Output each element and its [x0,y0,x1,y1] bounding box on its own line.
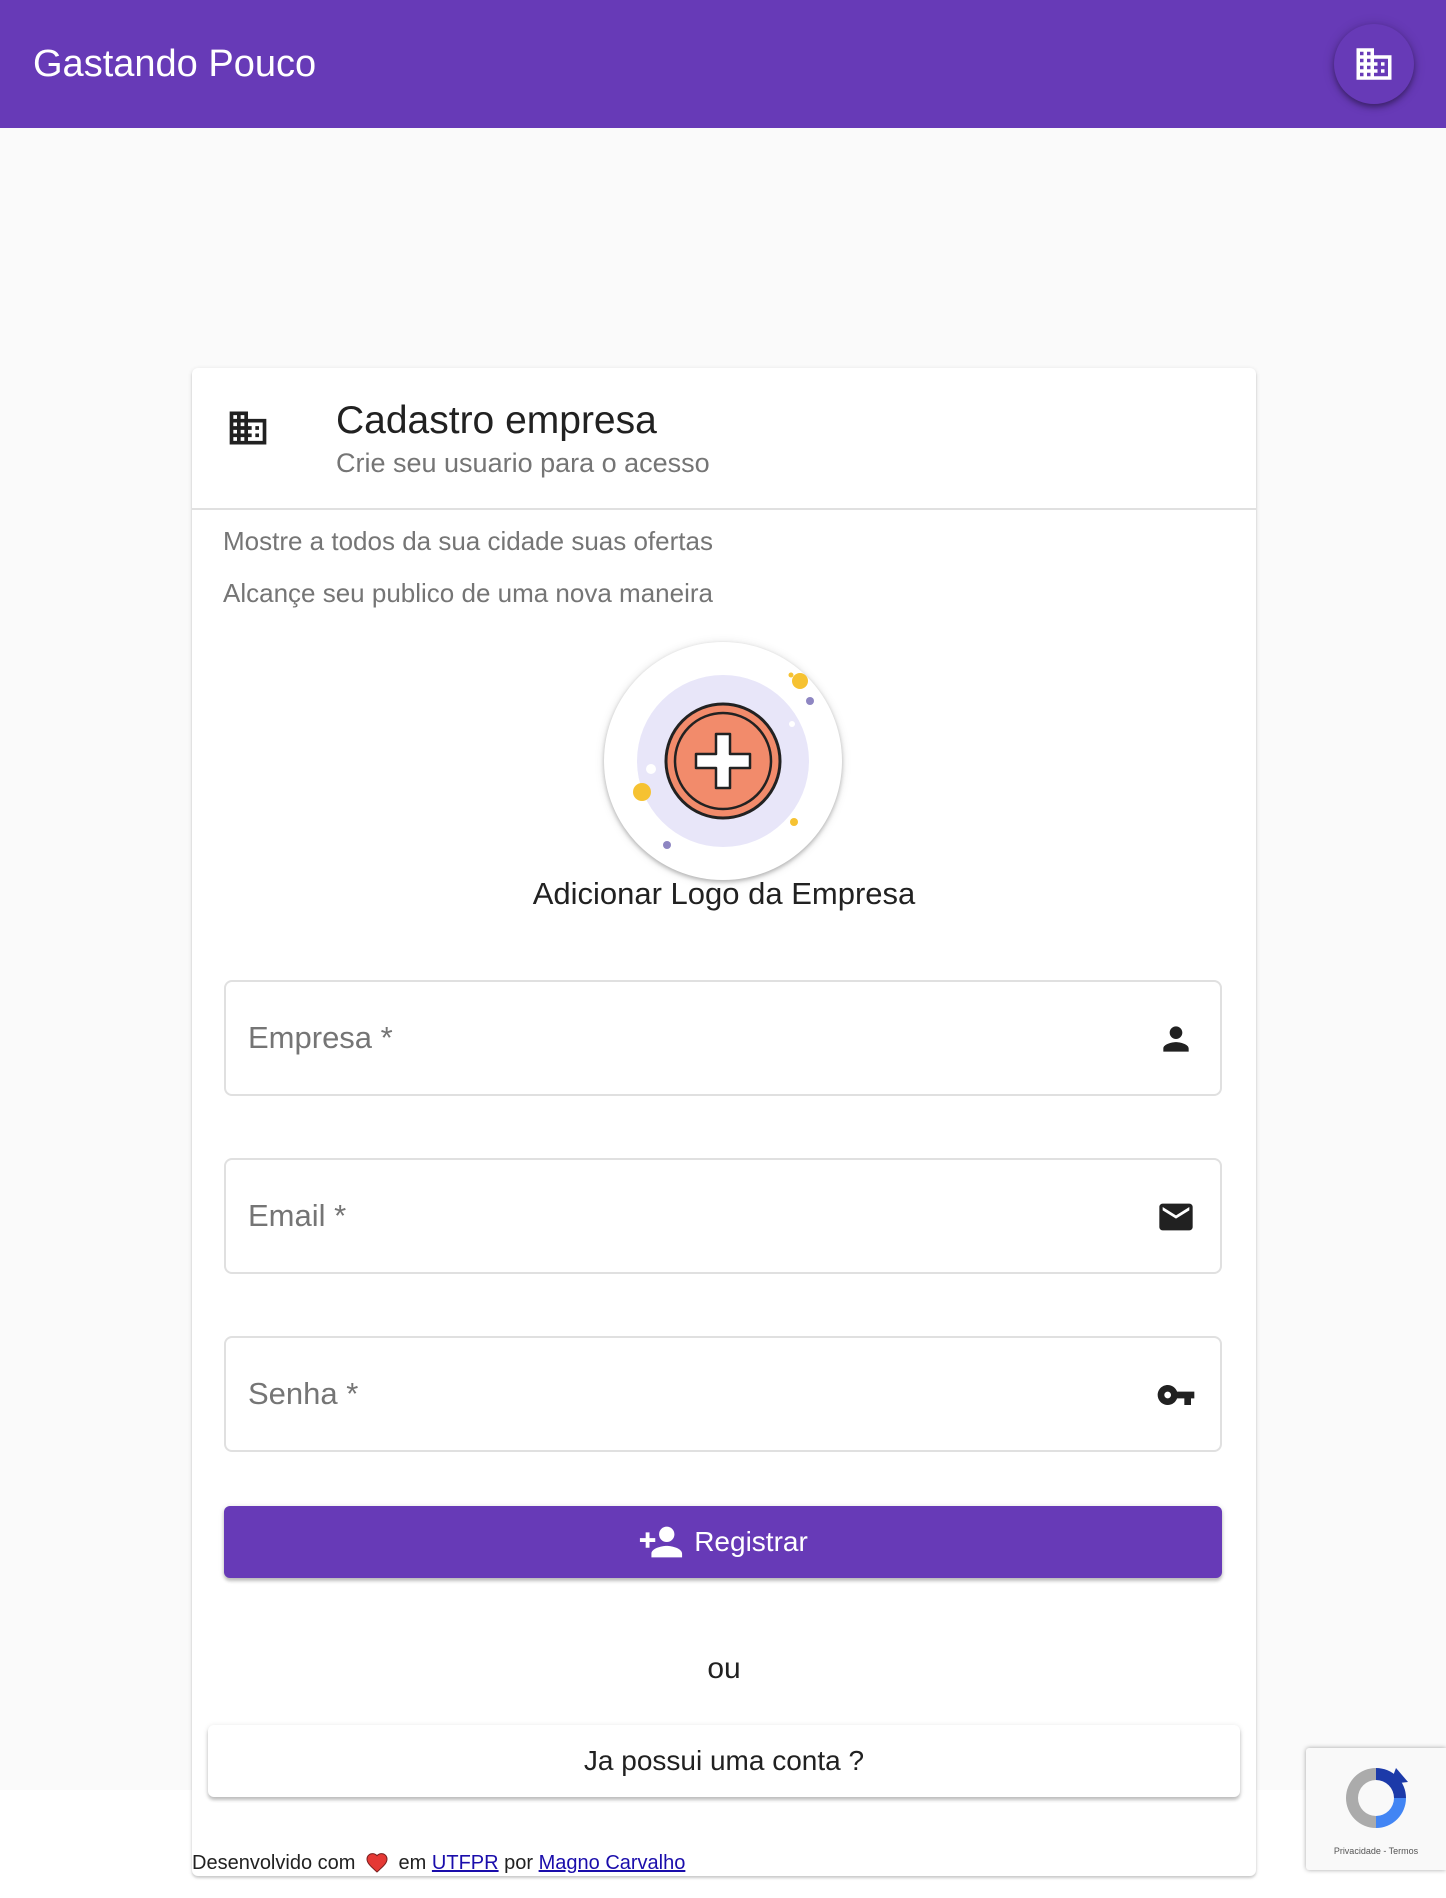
header-divider [192,508,1256,510]
top-toolbar: Gastando Pouco [0,0,1446,128]
card-subtitle: Crie seu usuario para o acesso [336,448,710,478]
author-link[interactable]: Magno Carvalho [539,1852,686,1874]
info-line: Mostre a todos da sua cidade suas oferta… [223,526,713,556]
card-header-avatar [226,406,270,455]
email-input[interactable] [226,1160,1126,1272]
business-fab-button[interactable] [1334,24,1414,104]
utfpr-link[interactable]: UTFPR [432,1852,499,1874]
person-icon [1156,1019,1196,1059]
recaptcha-badge[interactable]: Privacidade - Termos [1306,1748,1446,1870]
footer-credits: Desenvolvido com em UTFPR por Magno Carv… [192,1851,685,1875]
add-logo-caption: Adicionar Logo da Empresa [532,876,916,911]
page-content: Cadastro empresa Crie seu usuario para o… [0,128,1446,1876]
footer-por: por [504,1852,534,1874]
senha-field [224,1336,1222,1452]
recaptcha-icon [1346,1768,1408,1828]
heart-icon [366,1853,388,1873]
recaptcha-links[interactable]: Privacidade - Termos [1306,1846,1446,1856]
add-circle-icon [633,672,814,849]
register-button[interactable]: Registrar [224,1506,1222,1578]
mail-icon [1156,1197,1196,1237]
login-button[interactable]: Ja possui uma conta ? [208,1725,1240,1797]
info-line: Alcançe seu publico de uma nova maneira [223,578,713,608]
business-icon [229,411,267,445]
add-logo-button[interactable] [604,642,842,880]
business-icon [1356,48,1392,80]
register-card: Cadastro empresa Crie seu usuario para o… [192,368,1256,1876]
senha-input[interactable] [226,1338,1126,1450]
card-title: Cadastro empresa [336,399,657,442]
footer-prefix: Desenvolvido com [192,1852,356,1874]
footer-em: em [398,1852,427,1874]
register-button-label: Registrar [694,1526,808,1557]
empresa-field [224,980,1222,1096]
email-field [224,1158,1222,1274]
person-add-icon [640,1526,683,1558]
app-title: Gastando Pouco [33,43,317,85]
empresa-input[interactable] [226,982,1126,1094]
key-icon [1156,1375,1196,1415]
or-separator: ou [707,1652,741,1685]
